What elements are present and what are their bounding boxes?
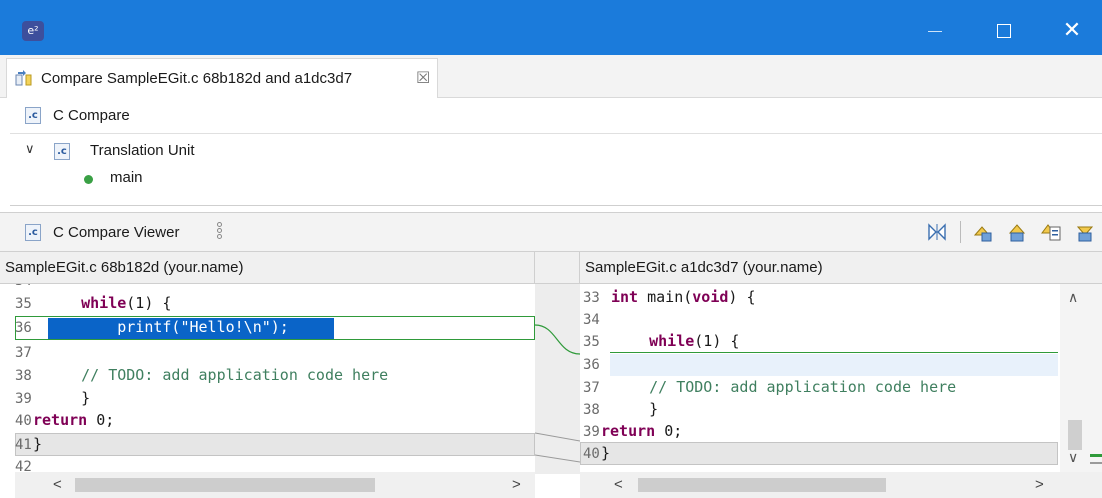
code-line: 41} xyxy=(15,435,43,453)
view-menu-icon[interactable] xyxy=(217,222,225,242)
left-horizontal-scrollbar[interactable]: < > xyxy=(15,472,535,498)
code-line: 33 int main(void) { xyxy=(583,288,756,306)
function-icon xyxy=(84,175,93,184)
c-file-icon: .c xyxy=(25,224,41,241)
scroll-up-icon[interactable]: ∧ xyxy=(1068,290,1078,306)
maximize-button[interactable] xyxy=(988,16,1018,46)
code-line: 40return 0; xyxy=(15,411,115,429)
left-pane-header: SampleEGit.c 68b182d (your.name) xyxy=(0,252,535,284)
scroll-left-icon[interactable]: < xyxy=(614,476,623,493)
c-file-icon: .c xyxy=(25,107,41,124)
code-line: 34 xyxy=(583,312,600,328)
code-line: 40} xyxy=(583,444,611,462)
tree-item-translation-unit[interactable]: Translation Unit xyxy=(90,142,195,159)
change-marker[interactable] xyxy=(1090,462,1102,464)
chevron-down-icon[interactable]: ∨ xyxy=(25,142,35,157)
next-change-icon[interactable] xyxy=(1040,221,1062,243)
previous-difference-icon[interactable] xyxy=(1006,221,1028,243)
right-pane-header: SampleEGit.c a1dc3d7 (your.name) xyxy=(580,252,1102,284)
ignore-whitespace-icon[interactable] xyxy=(926,221,948,243)
compare-editor-tab[interactable]: Compare SampleEGit.c 68b182d and a1dc3d7… xyxy=(6,58,438,98)
toolbar-separator xyxy=(960,221,961,243)
title-bar: e² ✕ xyxy=(0,0,1102,55)
tree-item-main[interactable]: main xyxy=(110,169,143,186)
right-code-pane[interactable]: 33 int main(void) { 34 35 while(1) { 36 3… xyxy=(580,284,1060,469)
previous-change-icon[interactable] xyxy=(1074,221,1096,243)
scrollbar-thumb[interactable] xyxy=(1068,420,1082,450)
code-line: 36 xyxy=(583,357,600,373)
code-line: 37 xyxy=(15,345,32,361)
code-line: 42 xyxy=(15,459,32,472)
code-line: 35 while(1) { xyxy=(583,332,740,350)
scroll-left-icon[interactable]: < xyxy=(53,476,62,493)
code-line: 37 // TODO: add application code here xyxy=(583,378,957,396)
code-line: 39return 0; xyxy=(583,422,683,440)
compare-viewer-title: C Compare Viewer xyxy=(53,224,180,241)
close-button[interactable]: ✕ xyxy=(1057,16,1087,46)
center-gap-header xyxy=(535,252,580,284)
change-marker[interactable] xyxy=(1090,454,1102,457)
scrollbar-thumb[interactable] xyxy=(75,478,375,492)
right-horizontal-scrollbar[interactable]: < > xyxy=(580,472,1102,498)
scroll-right-icon[interactable]: > xyxy=(1035,476,1044,493)
vertical-scrollbar[interactable]: ∧ ∨ xyxy=(1060,284,1090,472)
editor-tab-strip: Compare SampleEGit.c 68b182d and a1dc3d7… xyxy=(0,55,1102,135)
overview-ruler[interactable] xyxy=(1090,284,1102,472)
app-logo-icon: e² xyxy=(22,21,44,41)
structure-compare-title: C Compare xyxy=(53,107,130,124)
code-line: 38 // TODO: add application code here xyxy=(15,366,389,384)
diff-block xyxy=(15,433,535,456)
scrollbar-thumb[interactable] xyxy=(638,478,886,492)
diff-insertion-line xyxy=(610,352,1058,353)
editor-tab-title: Compare SampleEGit.c 68b182d and a1dc3d7 xyxy=(41,70,353,87)
minimize-button[interactable] xyxy=(920,16,950,46)
tab-close-icon[interactable]: ☒ xyxy=(416,68,430,87)
code-line: 39 } xyxy=(15,389,91,407)
code-line: 35 while(1) { xyxy=(15,294,172,312)
scroll-right-icon[interactable]: > xyxy=(512,476,521,493)
diff-connectors xyxy=(534,324,581,463)
code-line: 38 } xyxy=(583,400,659,418)
c-file-icon: .c xyxy=(54,143,70,160)
code-line-selected: 36 printf("Hello!\n"); xyxy=(15,318,289,336)
structure-tree: ∨ .c Translation Unit main xyxy=(10,134,1102,206)
left-code-pane[interactable]: 34 35 while(1) { 36 printf("Hello!\n"); … xyxy=(15,284,535,472)
scroll-down-icon[interactable]: ∨ xyxy=(1068,450,1078,466)
diff-block xyxy=(580,442,1058,465)
compare-viewer-header: .c C Compare Viewer xyxy=(0,212,1102,252)
compare-icon xyxy=(15,70,32,86)
structure-compare-header: .c C Compare xyxy=(10,98,1102,134)
diff-connector-gutter xyxy=(534,284,581,474)
next-difference-icon[interactable] xyxy=(972,221,994,243)
diff-empty-region xyxy=(610,354,1058,376)
